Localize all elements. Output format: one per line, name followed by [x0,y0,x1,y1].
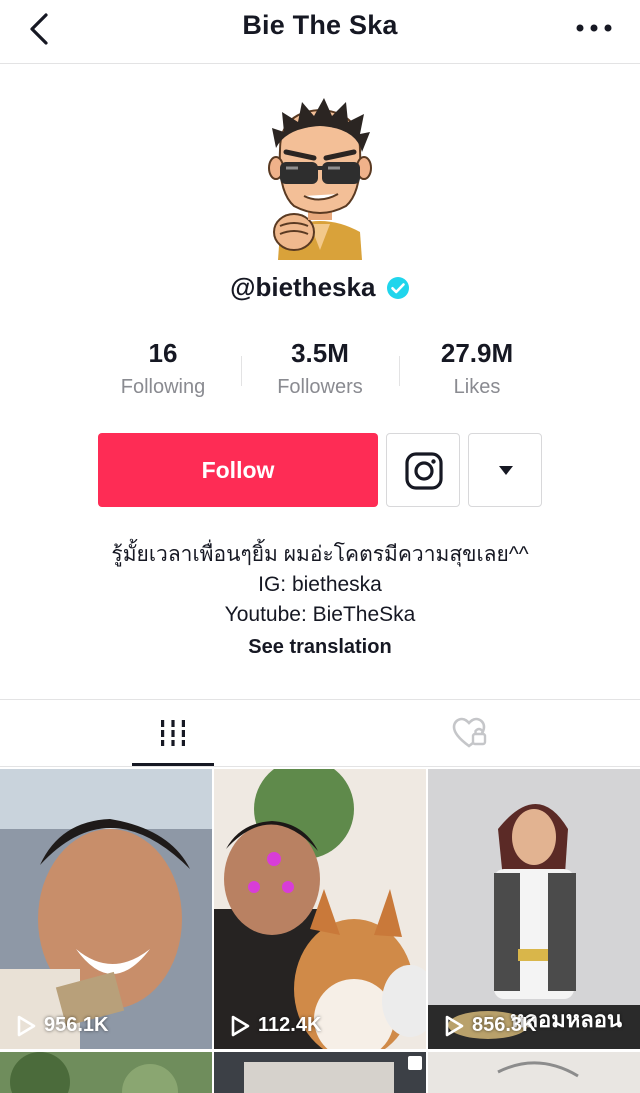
video-thumbnail[interactable] [428,1052,640,1093]
video-thumbnail[interactable]: 956.1K [0,769,212,1049]
verified-badge-icon [386,276,409,299]
play-icon [231,1015,250,1036]
cartoon-avatar-image [268,98,372,260]
stat-value: 3.5M [291,338,349,368]
bio-line: Youtube: BieTheSka [224,603,416,626]
stat-label: Following [120,376,206,398]
more-options-button[interactable] [574,16,614,40]
stat-label: Followers [277,376,363,398]
view-count: 856.3K [444,1014,537,1037]
avatar[interactable] [258,92,382,260]
follow-button[interactable]: Follow [98,433,378,507]
video-thumbnail-image [214,1052,426,1093]
video-thumbnail-image [0,1052,212,1093]
top-bar: Bie The Ska [0,0,640,64]
profile-tabs [0,699,640,767]
stat-label: Likes [453,376,501,398]
instagram-icon [405,452,443,490]
stat-likes[interactable]: 27.9M Likes [397,336,557,399]
video-thumbnail-image [0,769,212,1049]
see-translation-link[interactable]: See translation [0,636,640,659]
grid-icon [161,720,185,746]
video-thumbnail[interactable]: หลอมหลอน 856.3K [428,769,640,1049]
stat-value: 16 [148,338,178,368]
profile-bio: รู้มั้ยเวลาเพื่อนๆยิ้ม ผมอ่ะโคตรมีความสุ… [0,540,640,630]
view-count-text: 112.4K [258,1014,322,1036]
username: @bietheska [230,272,376,302]
heart-lock-icon [452,717,487,748]
profile-stats: 16 Following 3.5M Followers 27.9M Likes [0,336,640,416]
video-thumbnail-image [428,1052,640,1093]
active-tab-indicator [132,763,214,766]
more-horizontal-icon [576,24,612,32]
video-thumbnail[interactable]: 112.4K [214,769,426,1049]
username-row: @bietheska [0,272,640,312]
tab-videos[interactable] [0,700,320,767]
tab-liked[interactable] [320,700,640,767]
play-icon [445,1015,464,1036]
view-count: 956.1K [16,1014,109,1037]
video-thumbnail[interactable] [214,1052,426,1093]
stat-value: 27.9M [440,338,514,368]
page-title: Bie The Ska [242,10,398,40]
view-count: 112.4K [230,1014,321,1037]
view-count-text: 956.1K [44,1014,109,1036]
stat-following[interactable]: 16 Following [83,336,243,399]
video-thumbnail[interactable] [0,1052,212,1093]
play-icon [17,1015,36,1036]
caret-down-icon [499,466,513,475]
view-count-text: 856.3K [472,1014,537,1036]
stat-followers[interactable]: 3.5M Followers [240,336,400,399]
instagram-button[interactable] [386,433,460,507]
bio-line: IG: bietheska [258,573,382,596]
video-thumbnail-image [214,769,426,1049]
more-actions-dropdown-button[interactable] [468,433,542,507]
bio-line: รู้มั้ยเวลาเพื่อนๆยิ้ม ผมอ่ะโคตรมีความสุ… [111,543,529,566]
